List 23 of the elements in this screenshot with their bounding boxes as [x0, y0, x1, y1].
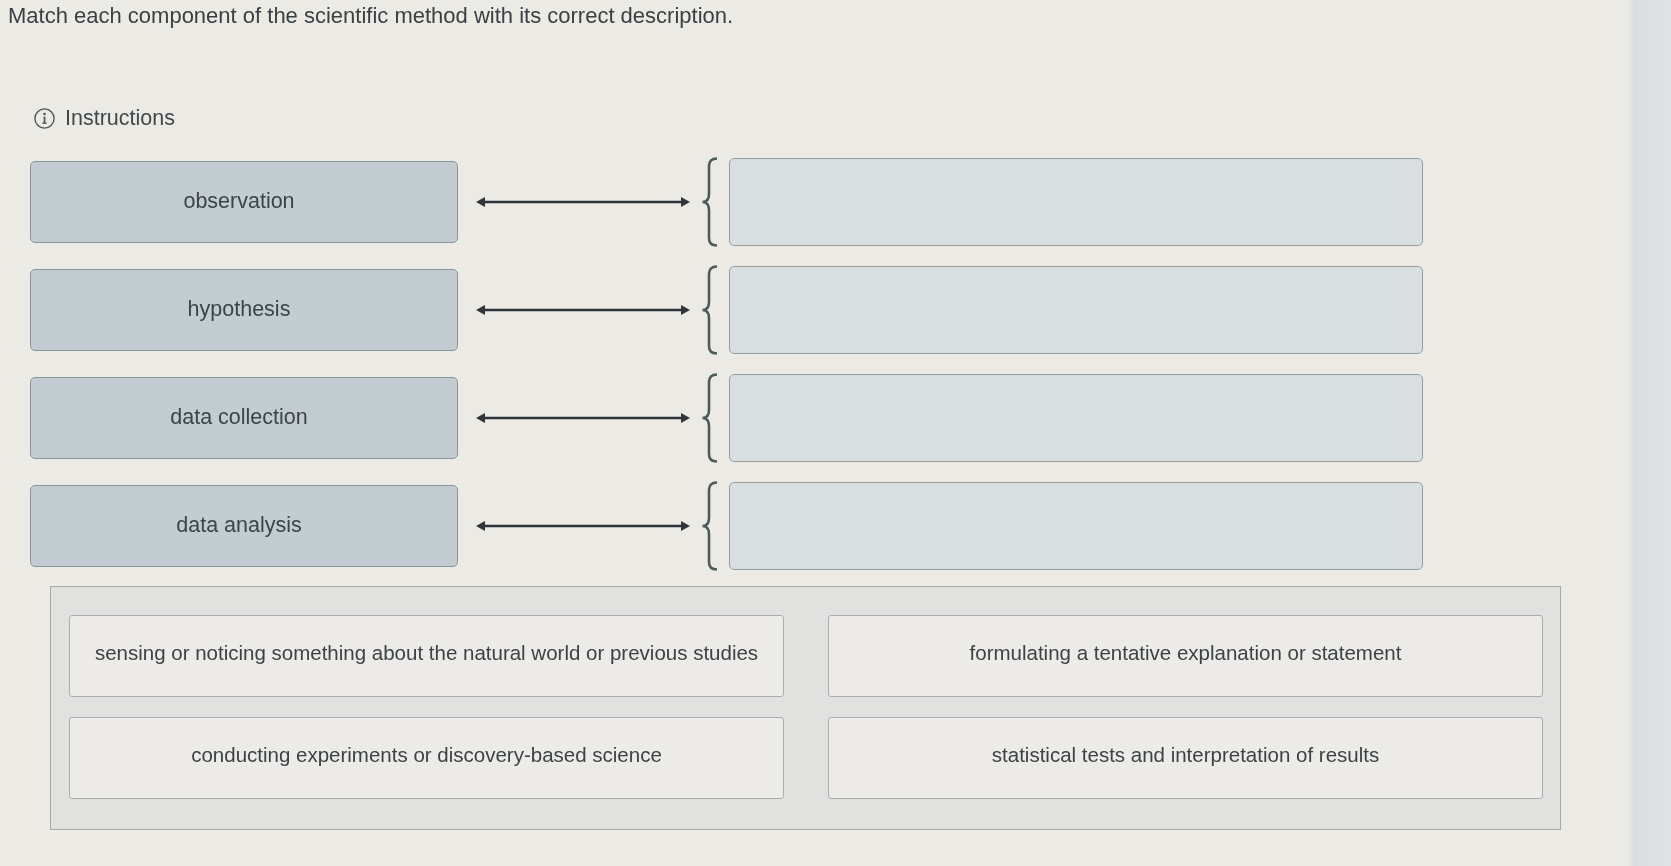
- term-label: data collection: [30, 376, 458, 459]
- info-icon: [34, 107, 55, 129]
- answer-card[interactable]: conducting experiments or discovery-based science: [69, 716, 784, 799]
- double-arrow-icon: [476, 411, 690, 424]
- answer-card[interactable]: formulating a tentative explanation or statement: [828, 614, 1543, 697]
- double-arrow-icon: [476, 519, 690, 532]
- double-arrow-icon: [476, 195, 690, 208]
- question-prompt: Match each component of the scientific method with its correct description.: [8, 4, 734, 28]
- term-label: hypothesis: [30, 268, 458, 351]
- curly-brace-icon: [701, 480, 719, 571]
- curly-brace-icon: [701, 156, 719, 247]
- drop-zone[interactable]: [729, 373, 1423, 462]
- curly-brace-icon: [701, 372, 719, 463]
- answer-card[interactable]: sensing or noticing something about the natural world or previous studies: [69, 614, 784, 697]
- curly-brace-icon: [701, 264, 719, 355]
- instructions-toggle[interactable]: Instructions: [34, 106, 175, 130]
- drop-zone[interactable]: [729, 157, 1423, 246]
- double-arrow-icon: [476, 303, 690, 316]
- answer-card[interactable]: statistical tests and interpretation of results: [828, 716, 1543, 799]
- term-label: data analysis: [30, 484, 458, 567]
- drop-zone[interactable]: [729, 481, 1423, 570]
- term-label: observation: [30, 160, 458, 243]
- drop-zone[interactable]: [729, 265, 1423, 354]
